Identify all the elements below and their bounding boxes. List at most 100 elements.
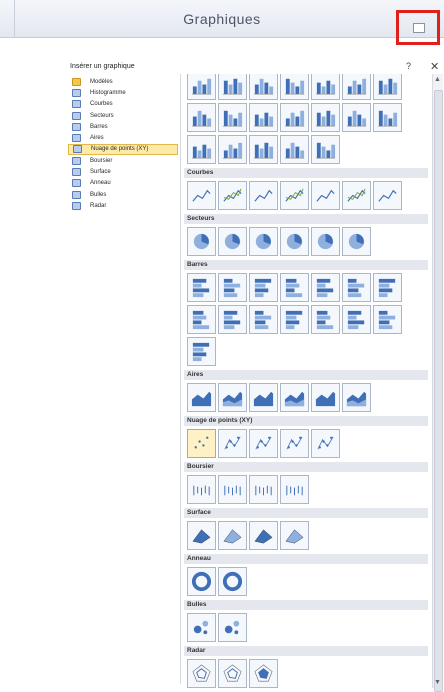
barres-chart-thumbnail[interactable] (187, 337, 216, 366)
histogramme-chart-thumbnail[interactable] (187, 135, 216, 164)
aires-chart-thumbnail[interactable] (311, 383, 340, 412)
surface-chart-thumbnail[interactable] (187, 521, 216, 550)
category-item-1[interactable]: Histogramme (68, 87, 178, 98)
histogramme-chart-thumbnail[interactable] (218, 135, 247, 164)
barres-chart-thumbnail[interactable] (249, 273, 278, 302)
nuage-chart-thumbnail[interactable] (311, 429, 340, 458)
category-item-10[interactable]: Bulles (68, 189, 178, 200)
histogramme-chart-thumbnail[interactable] (249, 135, 278, 164)
category-item-3[interactable]: Secteurs (68, 110, 178, 121)
gallery-scrollbar[interactable]: ▲ ▼ (432, 74, 443, 692)
category-item-8[interactable]: Surface (68, 166, 178, 177)
barres-chart-thumbnail[interactable] (342, 305, 371, 334)
barres-chart-thumbnail[interactable] (218, 273, 247, 302)
histogramme-chart-thumbnail[interactable] (311, 74, 340, 100)
scrollbar-thumb[interactable] (434, 90, 443, 692)
scatter-chart-icon (73, 145, 82, 154)
help-button[interactable]: ? (406, 61, 411, 71)
histogramme-chart-thumbnail[interactable] (311, 135, 340, 164)
barres-chart-thumbnail[interactable] (280, 273, 309, 302)
gallery-section-radar: Radar (184, 646, 428, 688)
barres-chart-thumbnail[interactable] (187, 305, 216, 334)
surface-chart-thumbnail[interactable] (280, 521, 309, 550)
close-button[interactable]: ✕ (430, 60, 439, 73)
category-item-11[interactable]: Radar (68, 200, 178, 211)
boursier-chart-thumbnail[interactable] (187, 475, 216, 504)
barres-chart-thumbnail[interactable] (373, 273, 402, 302)
surface-chart-thumbnail[interactable] (249, 521, 278, 550)
boursier-chart-thumbnail[interactable] (218, 475, 247, 504)
surface-chart-thumbnail[interactable] (218, 521, 247, 550)
category-item-2[interactable]: Courbes (68, 99, 178, 110)
histogramme-chart-thumbnail[interactable] (187, 103, 216, 132)
nuage-chart-thumbnail[interactable] (218, 429, 247, 458)
category-item-4[interactable]: Barres (68, 121, 178, 132)
aires-chart-thumbnail[interactable] (187, 383, 216, 412)
histogramme-chart-thumbnail[interactable] (187, 74, 216, 100)
barres-chart-thumbnail[interactable] (280, 305, 309, 334)
barres-chart-thumbnail[interactable] (218, 305, 247, 334)
histogramme-chart-thumbnail[interactable] (280, 74, 309, 100)
nuage-chart-thumbnail[interactable] (187, 429, 216, 458)
barres-chart-thumbnail[interactable] (311, 273, 340, 302)
bulles-chart-thumbnail[interactable] (187, 613, 216, 642)
aires-chart-thumbnail[interactable] (280, 383, 309, 412)
aires-chart-thumbnail[interactable] (342, 383, 371, 412)
category-item-0[interactable]: Modèles (68, 76, 178, 87)
boursier-chart-thumbnail[interactable] (249, 475, 278, 504)
radar-chart-thumbnail[interactable] (249, 659, 278, 688)
histogramme-chart-thumbnail[interactable] (280, 103, 309, 132)
category-item-9[interactable]: Anneau (68, 178, 178, 189)
courbes-chart-thumbnail[interactable] (249, 181, 278, 210)
nuage-chart-thumbnail[interactable] (280, 429, 309, 458)
category-label: Surface (90, 169, 111, 176)
secteurs-chart-thumbnail[interactable] (311, 227, 340, 256)
category-label: Anneau (90, 180, 111, 187)
thumbnail-row (184, 305, 428, 334)
courbes-chart-thumbnail[interactable] (218, 181, 247, 210)
barres-chart-thumbnail[interactable] (311, 305, 340, 334)
aires-chart-thumbnail[interactable] (218, 383, 247, 412)
scroll-down-icon[interactable]: ▼ (434, 679, 441, 686)
barres-chart-thumbnail[interactable] (249, 305, 278, 334)
barres-chart-thumbnail[interactable] (187, 273, 216, 302)
courbes-chart-thumbnail[interactable] (187, 181, 216, 210)
courbes-chart-thumbnail[interactable] (342, 181, 371, 210)
boursier-chart-thumbnail[interactable] (280, 475, 309, 504)
histogramme-chart-thumbnail[interactable] (342, 103, 371, 132)
barres-chart-thumbnail[interactable] (373, 305, 402, 334)
category-label: Barres (90, 123, 108, 130)
histogramme-chart-thumbnail[interactable] (342, 74, 371, 100)
dialog-launcher-icon[interactable] (413, 23, 425, 33)
bulles-chart-thumbnail[interactable] (218, 613, 247, 642)
histogramme-chart-thumbnail[interactable] (311, 103, 340, 132)
histogramme-chart-thumbnail[interactable] (218, 74, 247, 100)
anneau-chart-thumbnail[interactable] (187, 567, 216, 596)
nuage-chart-thumbnail[interactable] (249, 429, 278, 458)
histogramme-chart-thumbnail[interactable] (373, 103, 402, 132)
courbes-chart-thumbnail[interactable] (373, 181, 402, 210)
secteurs-chart-thumbnail[interactable] (342, 227, 371, 256)
histogramme-chart-thumbnail[interactable] (373, 74, 402, 100)
histogramme-chart-thumbnail[interactable] (249, 103, 278, 132)
category-item-6[interactable]: Nuage de points (XY) (68, 143, 178, 156)
courbes-chart-thumbnail[interactable] (311, 181, 340, 210)
histogramme-chart-thumbnail[interactable] (280, 135, 309, 164)
anneau-chart-thumbnail[interactable] (218, 567, 247, 596)
radar-chart-thumbnail[interactable] (187, 659, 216, 688)
secteurs-chart-thumbnail[interactable] (187, 227, 216, 256)
courbes-chart-thumbnail[interactable] (280, 181, 309, 210)
secteurs-chart-thumbnail[interactable] (218, 227, 247, 256)
histogramme-chart-thumbnail[interactable] (249, 74, 278, 100)
category-label: Secteurs (90, 112, 114, 119)
category-item-7[interactable]: Boursier (68, 155, 178, 166)
histogramme-chart-thumbnail[interactable] (218, 103, 247, 132)
radar-chart-thumbnail[interactable] (218, 659, 247, 688)
pie-chart-icon (72, 111, 81, 120)
scroll-up-icon[interactable]: ▲ (434, 76, 441, 83)
barres-chart-thumbnail[interactable] (342, 273, 371, 302)
aires-chart-thumbnail[interactable] (249, 383, 278, 412)
secteurs-chart-thumbnail[interactable] (249, 227, 278, 256)
secteurs-chart-thumbnail[interactable] (280, 227, 309, 256)
category-item-5[interactable]: Aires (68, 132, 178, 143)
